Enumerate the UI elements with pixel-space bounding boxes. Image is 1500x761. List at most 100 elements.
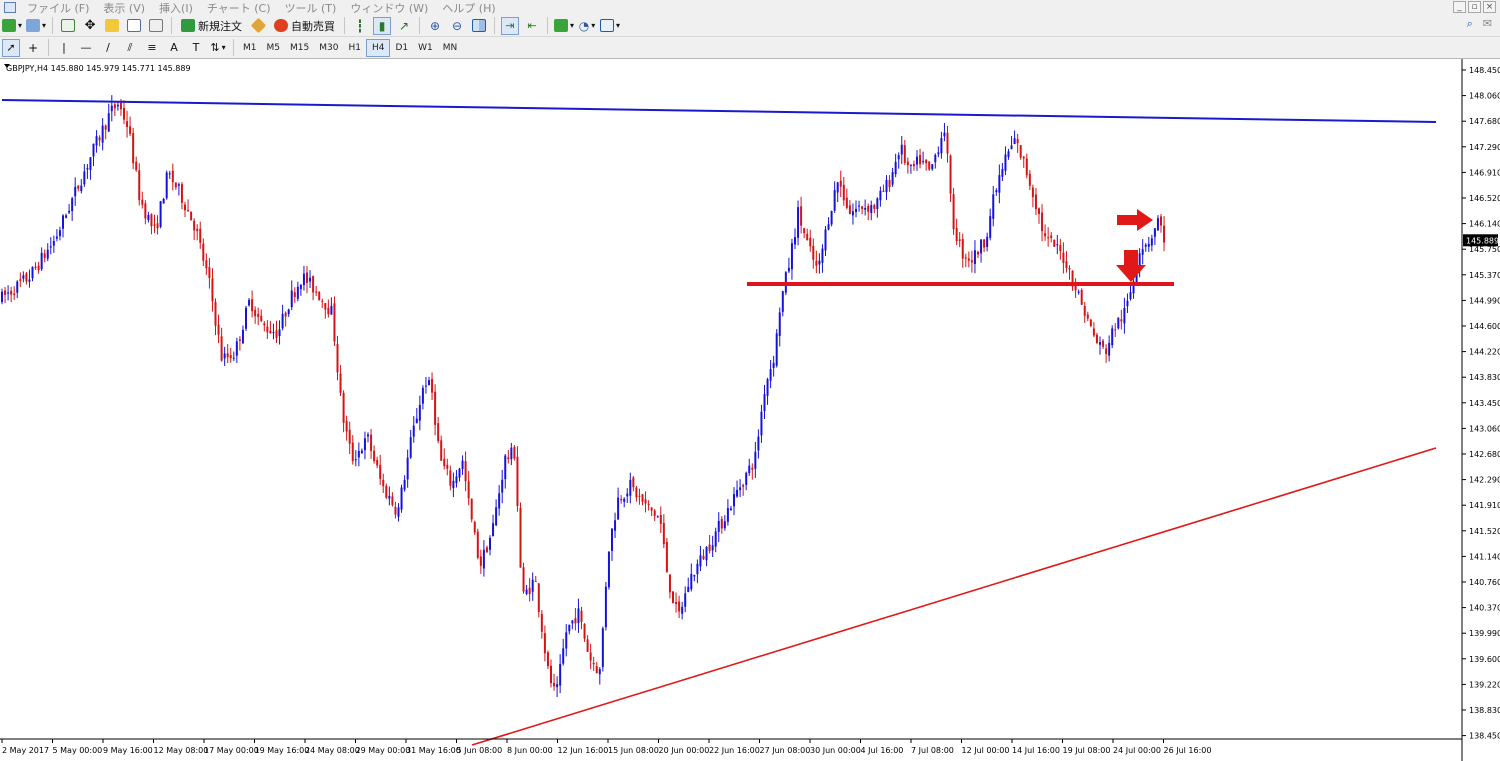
- candlestick-button[interactable]: ▮: [373, 16, 392, 35]
- candle-body: [714, 531, 717, 547]
- candle-body: [952, 194, 955, 230]
- timeframe-h1[interactable]: H1: [343, 40, 366, 56]
- zoom-out-button[interactable]: ⊖: [448, 17, 466, 35]
- auto-scroll-button[interactable]: ⇥: [501, 16, 520, 35]
- candle-body: [171, 170, 174, 183]
- candle-body: [751, 467, 754, 470]
- templates-button[interactable]: ▾: [600, 17, 620, 35]
- crosshair-icon: +: [27, 40, 39, 55]
- bar-chart-button[interactable]: ┇: [351, 17, 369, 35]
- candle-body: [995, 190, 998, 193]
- minimize-icon[interactable]: _: [1453, 1, 1466, 13]
- tester-button[interactable]: [147, 17, 165, 35]
- crosshair-button[interactable]: +: [24, 39, 42, 57]
- menu-insert[interactable]: 挿入(I): [152, 0, 200, 16]
- time-tick-label: 4 Jul 16:00: [861, 746, 904, 755]
- candle-body: [431, 378, 434, 393]
- timeframe-m5[interactable]: M5: [262, 40, 286, 56]
- timeframe-w1[interactable]: W1: [413, 40, 438, 56]
- candle-body: [617, 497, 620, 520]
- candle-body: [211, 278, 214, 302]
- timeframe-h4[interactable]: H4: [365, 38, 391, 57]
- timeframe-m15[interactable]: M15: [285, 40, 314, 56]
- candle-body: [757, 436, 760, 451]
- candle-body: [1010, 145, 1013, 150]
- candle-body: [309, 277, 312, 282]
- restore-icon[interactable]: ▫: [1468, 1, 1481, 13]
- candle-body: [900, 144, 903, 155]
- candle-body: [1025, 158, 1028, 176]
- candle-body: [470, 498, 473, 520]
- text-label-button[interactable]: T: [187, 39, 205, 57]
- fibonacci-icon: ≡: [147, 41, 157, 54]
- chart-shift-button[interactable]: ⇤: [523, 17, 541, 35]
- indicators-button[interactable]: ▾: [554, 17, 574, 35]
- candle-body: [809, 237, 812, 247]
- price-chart[interactable]: GBPJPY,H4 145.880 145.979 145.771 145.88…: [0, 59, 1500, 761]
- candle-body: [434, 391, 437, 425]
- candle-body: [858, 205, 861, 207]
- zoom-in-icon: ⊕: [430, 18, 441, 33]
- menu-window[interactable]: ウィンドウ (W): [343, 0, 435, 16]
- vertical-line-button[interactable]: |: [55, 39, 73, 57]
- periods-button[interactable]: ◔ ▾: [578, 17, 596, 35]
- chat-icon[interactable]: ✉: [1483, 17, 1492, 31]
- fibonacci-button[interactable]: ≡: [143, 39, 161, 57]
- candle-body: [357, 450, 360, 458]
- candle-body: [845, 197, 848, 208]
- candle-body: [400, 487, 403, 510]
- menu-chart[interactable]: チャート (C): [200, 0, 278, 16]
- candle-body: [92, 143, 95, 157]
- auto-trading-button[interactable]: 自動売買: [271, 17, 338, 35]
- new-chart-button[interactable]: ▾: [2, 17, 22, 35]
- menu-view[interactable]: 表示 (V): [96, 0, 152, 16]
- profiles-button[interactable]: ▾: [26, 17, 46, 35]
- metaeditor-button[interactable]: [249, 17, 267, 35]
- candle-body: [909, 164, 912, 166]
- menu-help[interactable]: ヘルプ (H): [435, 0, 502, 16]
- price-tick-label: 148.060: [1469, 92, 1500, 101]
- candle-body: [220, 336, 223, 361]
- candle-body: [986, 236, 989, 247]
- timeframe-d1[interactable]: D1: [390, 40, 413, 56]
- arrows-button[interactable]: ⇅ ▾: [209, 39, 227, 57]
- timeframe-m30[interactable]: M30: [314, 40, 343, 56]
- new-order-button[interactable]: 新規注文: [178, 17, 245, 35]
- cursor-button[interactable]: ➚: [2, 38, 20, 57]
- candle-body: [89, 157, 92, 171]
- chart-shift-icon: ⇤: [527, 19, 537, 32]
- candle-body: [354, 459, 357, 461]
- candle-body: [562, 648, 565, 664]
- candle-body: [275, 330, 278, 338]
- candle-body: [46, 249, 49, 259]
- timeframe-mn[interactable]: MN: [438, 40, 463, 56]
- candle-body: [601, 628, 604, 668]
- data-window-button[interactable]: ✥: [81, 17, 99, 35]
- candle-body: [367, 434, 369, 437]
- candle-body: [16, 281, 19, 293]
- close-icon[interactable]: ×: [1483, 1, 1496, 13]
- trendline-button[interactable]: /: [99, 39, 117, 57]
- new-order-label: 新規注文: [198, 19, 243, 33]
- menu-file[interactable]: ファイル (F): [20, 0, 96, 16]
- zoom-in-button[interactable]: ⊕: [426, 17, 444, 35]
- navigator-button[interactable]: [103, 17, 121, 35]
- indicators-icon: [554, 19, 569, 32]
- horizontal-line-button[interactable]: —: [77, 39, 95, 57]
- line-chart-button[interactable]: ↗: [395, 17, 413, 35]
- price-tick-label: 142.290: [1469, 476, 1500, 485]
- candle-body: [550, 665, 552, 684]
- tile-windows-button[interactable]: [470, 17, 488, 35]
- text-button[interactable]: A: [165, 39, 183, 57]
- search-icon[interactable]: ⌕: [1467, 17, 1473, 31]
- menu-tools[interactable]: ツール (T): [278, 0, 344, 16]
- channel-button[interactable]: ⫽: [121, 39, 139, 57]
- timeframe-m1[interactable]: M1: [238, 40, 262, 56]
- terminal-button[interactable]: [125, 17, 143, 35]
- market-watch-button[interactable]: [59, 17, 77, 35]
- candle-body: [708, 544, 711, 551]
- candle-body: [110, 105, 113, 112]
- price-tick-label: 143.060: [1469, 424, 1500, 433]
- candle-body: [190, 211, 193, 221]
- tile-windows-icon: [472, 19, 487, 32]
